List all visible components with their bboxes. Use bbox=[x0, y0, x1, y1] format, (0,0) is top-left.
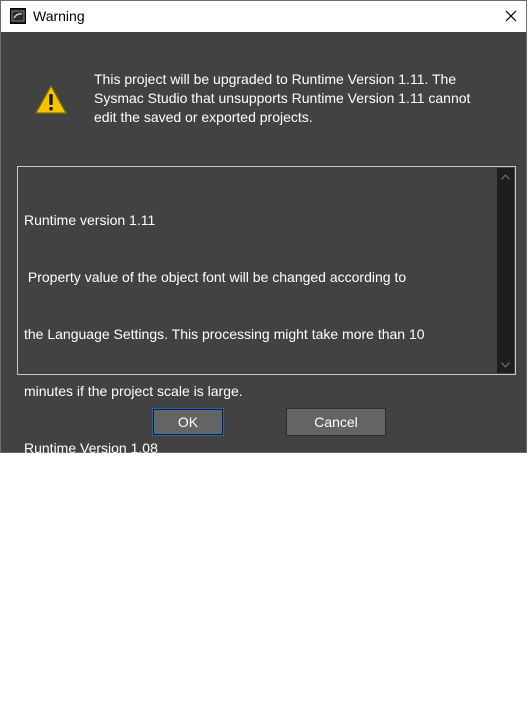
scroll-up-button[interactable] bbox=[497, 168, 514, 185]
cancel-button[interactable]: Cancel bbox=[286, 408, 386, 436]
details-line: Runtime version 1.11 bbox=[24, 212, 156, 228]
details-line: ·You must specify the maximum number of … bbox=[24, 497, 423, 513]
warning-message: This project will be upgraded to Runtime… bbox=[94, 70, 514, 127]
details-textbox[interactable]: Runtime version 1.11 Property value of t… bbox=[17, 166, 516, 684]
warning-icon bbox=[34, 84, 68, 116]
ok-button[interactable]: OK bbox=[152, 408, 224, 436]
details-line: minutes if the project scale is large. bbox=[24, 383, 243, 399]
scroll-down-button[interactable] bbox=[497, 356, 514, 373]
message-line: Sysmac Studio that unsupports Runtime Ve… bbox=[94, 90, 471, 106]
details-line: ·The total number of retained variables … bbox=[24, 668, 361, 684]
details-line: type retained variables. bbox=[24, 554, 169, 570]
details-line: the Language Settings. This processing m… bbox=[24, 326, 425, 342]
chevron-up-icon bbox=[501, 173, 510, 180]
close-button[interactable] bbox=[498, 3, 524, 29]
details-line: Property value of the object font will b… bbox=[24, 269, 407, 285]
message-line: edit the saved or exported projects. bbox=[94, 109, 313, 125]
title-bar: Warning bbox=[1, 1, 526, 32]
close-icon bbox=[505, 10, 517, 22]
warning-dialog: Warning This project will be upgraded to… bbox=[0, 0, 527, 684]
message-line: This project will be upgraded to Runtime… bbox=[94, 71, 457, 87]
sysmac-app-icon bbox=[10, 8, 26, 24]
vertical-scrollbar[interactable] bbox=[497, 168, 514, 373]
details-content: Runtime version 1.11 Property value of t… bbox=[24, 173, 492, 724]
details-line: Runtime Version 1.08 bbox=[24, 440, 158, 456]
chevron-down-icon bbox=[501, 361, 510, 368]
window-title: Warning bbox=[33, 8, 85, 24]
details-line: ·The total size of retained variables is… bbox=[24, 611, 365, 627]
